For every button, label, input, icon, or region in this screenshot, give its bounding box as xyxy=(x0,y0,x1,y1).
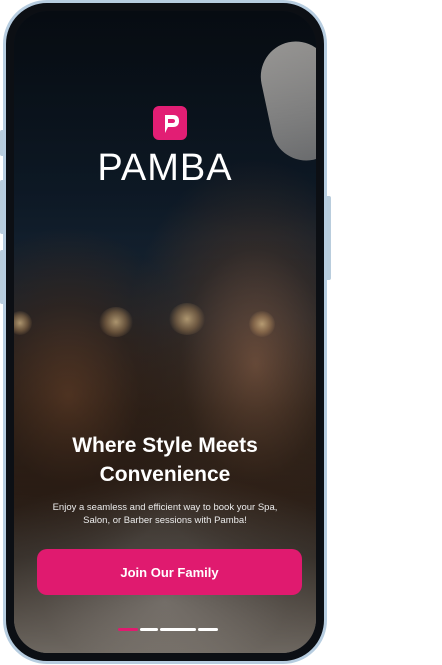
pamba-logo-icon xyxy=(153,106,187,140)
page-indicator-dot-4[interactable] xyxy=(198,628,218,631)
phone-frame: PAMBA Where Style Meets Convenience Enjo… xyxy=(3,0,327,664)
page-indicator xyxy=(118,628,218,631)
page-indicator-dot-2[interactable] xyxy=(140,628,158,631)
page-indicator-dot-1[interactable] xyxy=(118,628,138,631)
brand-name: PAMBA xyxy=(97,147,233,189)
join-our-family-button[interactable]: Join Our Family xyxy=(37,549,302,595)
pamba-logo-glyph xyxy=(165,115,179,133)
onboarding-headline: Where Style Meets Convenience xyxy=(72,434,258,486)
device-mockup: PAMBA Where Style Meets Convenience Enjo… xyxy=(0,0,442,665)
onboarding-description: Enjoy a seamless and efficient way to bo… xyxy=(52,502,278,526)
onboarding-screen: PAMBA Where Style Meets Convenience Enjo… xyxy=(14,11,316,653)
page-indicator-dot-3[interactable] xyxy=(160,628,196,631)
